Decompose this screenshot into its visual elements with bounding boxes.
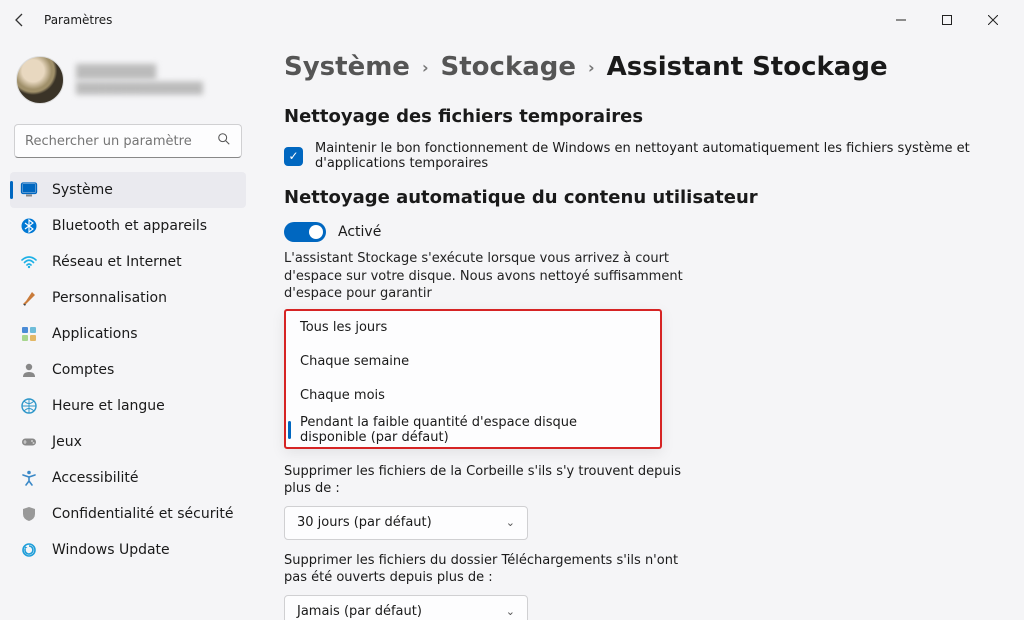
chevron-right-icon: ›: [588, 58, 595, 77]
search-icon: [217, 132, 231, 150]
schedule-dropdown-listbox[interactable]: Tous les jours Chaque semaine Chaque moi…: [284, 309, 662, 449]
breadcrumb-storage[interactable]: Stockage: [441, 52, 577, 82]
sidebar-item-label: Applications: [52, 326, 138, 342]
temp-files-checkbox-row[interactable]: ✓ Maintenir le bon fonctionnement de Win…: [284, 141, 996, 171]
sidebar-item-label: Confidentialité et sécurité: [52, 506, 233, 522]
maximize-button[interactable]: [924, 4, 970, 36]
sidebar-item-label: Bluetooth et appareils: [52, 218, 207, 234]
sidebar-item-time-language[interactable]: Heure et langue: [10, 388, 246, 424]
toggle-label: Activé: [338, 224, 381, 240]
update-icon: [20, 541, 38, 559]
sidebar-item-label: Comptes: [52, 362, 114, 378]
apps-icon: [20, 325, 38, 343]
shield-icon: [20, 505, 38, 523]
close-icon: [988, 15, 998, 25]
schedule-option-daily[interactable]: Tous les jours: [286, 311, 660, 345]
sidebar-nav: Système Bluetooth et appareils Réseau et…: [10, 172, 246, 568]
recycle-bin-select[interactable]: 30 jours (par défaut) ⌄: [284, 506, 528, 540]
page-title: Assistant Stockage: [607, 52, 888, 82]
section-heading-usercontent: Nettoyage automatique du contenu utilisa…: [284, 187, 996, 208]
sidebar-item-accessibility[interactable]: Accessibilité: [10, 460, 246, 496]
storage-sense-toggle[interactable]: [284, 222, 326, 242]
globe-clock-icon: [20, 397, 38, 415]
chevron-right-icon: ›: [422, 58, 429, 77]
breadcrumb: Système › Stockage › Assistant Stockage: [284, 52, 996, 82]
schedule-option-monthly[interactable]: Chaque mois: [286, 379, 660, 413]
sidebar-item-network[interactable]: Réseau et Internet: [10, 244, 246, 280]
sidebar-item-apps[interactable]: Applications: [10, 316, 246, 352]
person-icon: [20, 361, 38, 379]
sidebar-item-label: Heure et langue: [52, 398, 165, 414]
back-arrow-icon: [12, 12, 28, 28]
section-heading-tempfiles: Nettoyage des fichiers temporaires: [284, 106, 996, 127]
sidebar-item-label: Windows Update: [52, 542, 170, 558]
back-button[interactable]: [8, 8, 32, 32]
sidebar-item-personalization[interactable]: Personnalisation: [10, 280, 246, 316]
sidebar-item-label: Réseau et Internet: [52, 254, 182, 270]
titlebar: Paramètres: [0, 0, 1024, 40]
sidebar-item-update[interactable]: Windows Update: [10, 532, 246, 568]
sidebar-item-system[interactable]: Système: [10, 172, 246, 208]
profile-block[interactable]: ████████ ███████████████: [10, 48, 246, 120]
bluetooth-icon: [20, 217, 38, 235]
search-input[interactable]: [25, 134, 217, 149]
sidebar-item-privacy[interactable]: Confidentialité et sécurité: [10, 496, 246, 532]
sidebar-item-label: Personnalisation: [52, 290, 167, 306]
checkbox-checked-icon[interactable]: ✓: [284, 147, 303, 166]
sidebar-item-label: Accessibilité: [52, 470, 138, 486]
monitor-icon: [20, 181, 38, 199]
recycle-bin-value: 30 jours (par défaut): [297, 515, 432, 530]
avatar: [16, 56, 64, 104]
left-panel: ████████ ███████████████ Système Bluetoo…: [0, 40, 256, 620]
chevron-down-icon: ⌄: [506, 516, 515, 529]
schedule-option-weekly[interactable]: Chaque semaine: [286, 345, 660, 379]
sidebar-item-accounts[interactable]: Comptes: [10, 352, 246, 388]
accessibility-icon: [20, 469, 38, 487]
sidebar-item-label: Jeux: [52, 434, 82, 450]
recycle-bin-label: Supprimer les fichiers de la Corbeille s…: [284, 463, 684, 498]
search-box[interactable]: [14, 124, 242, 158]
checkbox-label: Maintenir le bon fonctionnement de Windo…: [315, 141, 996, 171]
window-title: Paramètres: [44, 13, 112, 27]
sidebar-item-bluetooth[interactable]: Bluetooth et appareils: [10, 208, 246, 244]
downloads-label: Supprimer les fichiers du dossier Téléch…: [284, 552, 684, 587]
downloads-select[interactable]: Jamais (par défaut) ⌄: [284, 595, 528, 620]
profile-email: ███████████████: [76, 82, 203, 95]
wifi-icon: [20, 253, 38, 271]
gamepad-icon: [20, 433, 38, 451]
downloads-value: Jamais (par défaut): [297, 604, 422, 619]
maximize-icon: [942, 15, 952, 25]
sidebar-item-label: Système: [52, 182, 113, 198]
minimize-button[interactable]: [878, 4, 924, 36]
close-button[interactable]: [970, 4, 1016, 36]
breadcrumb-system[interactable]: Système: [284, 52, 410, 82]
profile-name: ████████: [76, 65, 203, 80]
paintbrush-icon: [20, 289, 38, 307]
minimize-icon: [896, 15, 906, 25]
schedule-option-lowspace-default[interactable]: Pendant la faible quantité d'espace disq…: [286, 413, 660, 447]
main-content: Système › Stockage › Assistant Stockage …: [256, 40, 1024, 620]
sidebar-item-gaming[interactable]: Jeux: [10, 424, 246, 460]
chevron-down-icon: ⌄: [506, 605, 515, 618]
storage-sense-description: L'assistant Stockage s'exécute lorsque v…: [284, 250, 684, 303]
